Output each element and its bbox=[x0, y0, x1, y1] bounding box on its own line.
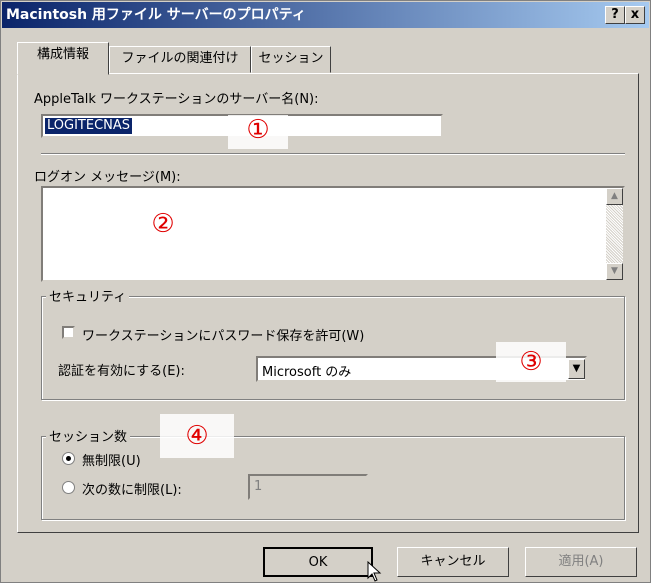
tab-panel: AppleTalk ワークステーションのサーバー名(N): LOGITECNAS… bbox=[17, 73, 639, 533]
security-group-label: セキュリティ bbox=[46, 286, 130, 305]
radio-dot-icon bbox=[66, 456, 71, 461]
cursor-icon bbox=[367, 561, 382, 582]
cancel-button[interactable]: キャンセル bbox=[397, 547, 509, 577]
close-button[interactable]: x bbox=[625, 6, 645, 24]
tab-config[interactable]: 構成情報 bbox=[17, 42, 109, 75]
marker-3: ③ bbox=[496, 342, 566, 382]
password-checkbox[interactable] bbox=[62, 326, 75, 339]
logon-message-label: ログオン メッセージ(M): bbox=[34, 170, 181, 185]
server-name-label: AppleTalk ワークステーションのサーバー名(N): bbox=[34, 92, 319, 107]
auth-select-value: Microsoft のみ bbox=[262, 365, 352, 380]
marker-2: ② bbox=[151, 209, 175, 239]
scroll-down-icon[interactable]: ▼ bbox=[606, 263, 623, 280]
apply-button[interactable]: 適用(A) bbox=[525, 547, 637, 577]
marker-1: ① bbox=[228, 115, 288, 149]
marker-4: ④ bbox=[160, 414, 234, 458]
limit-label[interactable]: 次の数に制限(L): bbox=[82, 479, 182, 498]
properties-dialog: Macintosh 用ファイル サーバーのプロパティ ? x 構成情報 ファイル… bbox=[0, 0, 651, 583]
limit-input[interactable]: 1 bbox=[248, 474, 368, 500]
limit-radio[interactable] bbox=[62, 481, 75, 494]
ok-button[interactable]: OK bbox=[263, 547, 373, 577]
server-name-value: LOGITECNAS bbox=[45, 118, 133, 134]
title-bar: Macintosh 用ファイル サーバーのプロパティ ? x bbox=[2, 2, 649, 28]
unlimited-label[interactable]: 無制限(U) bbox=[82, 450, 141, 469]
password-checkbox-label[interactable]: ワークステーションにパスワード保存を許可(W) bbox=[82, 325, 364, 344]
chevron-down-icon[interactable]: ▼ bbox=[568, 359, 585, 379]
window-title: Macintosh 用ファイル サーバーのプロパティ bbox=[6, 7, 306, 23]
tab-sessions[interactable]: セッション bbox=[251, 46, 331, 73]
help-button[interactable]: ? bbox=[605, 6, 625, 24]
auth-label: 認証を有効にする(E): bbox=[58, 364, 185, 379]
logon-message-textarea[interactable]: ▲ ▼ bbox=[41, 186, 625, 282]
unlimited-radio[interactable] bbox=[62, 452, 75, 465]
scroll-up-icon[interactable]: ▲ bbox=[606, 188, 623, 205]
tab-file-association[interactable]: ファイルの関連付け bbox=[109, 46, 251, 73]
divider bbox=[41, 153, 625, 155]
sessions-group-label: セッション数 bbox=[46, 426, 131, 445]
limit-value: 1 bbox=[254, 479, 263, 494]
